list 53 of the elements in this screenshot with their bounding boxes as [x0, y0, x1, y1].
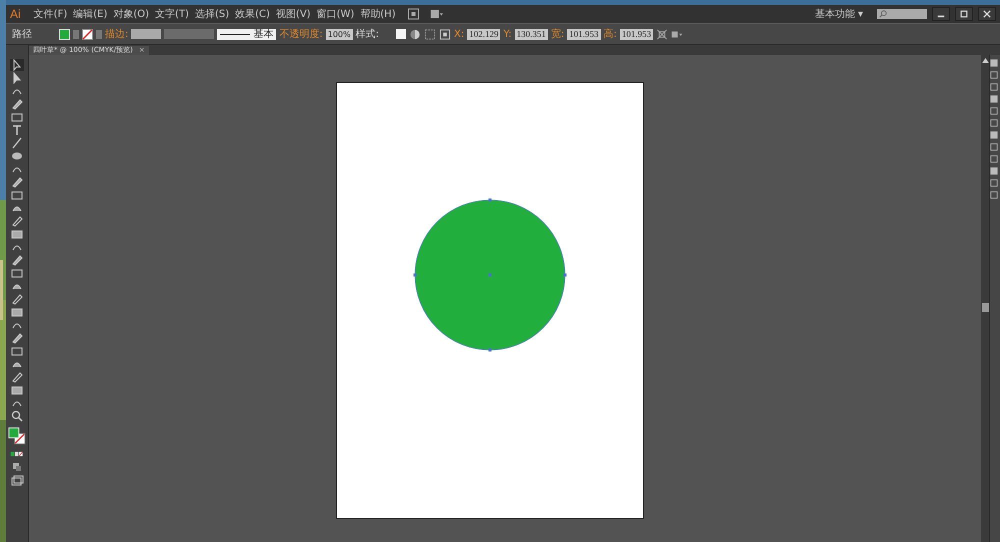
- object-type-label: 路径: [12, 28, 32, 41]
- close-icon: [983, 10, 991, 18]
- vertical-scrollbar[interactable]: [981, 55, 989, 542]
- ellipse-icon[interactable]: [10, 150, 24, 162]
- type-icon[interactable]: [10, 124, 24, 136]
- coordinate-label: X:: [454, 28, 464, 40]
- close-button[interactable]: [978, 7, 996, 21]
- coordinate-field[interactable]: 102.129: [467, 28, 500, 40]
- search-icon: [879, 10, 887, 18]
- screen-mode-icon[interactable]: [10, 474, 24, 486]
- coordinate-label: 高:: [604, 28, 617, 41]
- menu-item[interactable]: 文字(T): [154, 7, 190, 21]
- coordinate-label: Y:: [503, 28, 512, 40]
- workspace-switcher[interactable]: 基本功能 ▾: [814, 7, 863, 21]
- line-icon[interactable]: [10, 137, 24, 149]
- circle-drawing[interactable]: [413, 198, 567, 352]
- menu-item[interactable]: 视图(V): [274, 7, 312, 21]
- search-field[interactable]: [877, 9, 927, 19]
- reference-point-icon[interactable]: [439, 28, 451, 40]
- style-swatch[interactable]: [396, 29, 406, 39]
- scroll-up-icon[interactable]: [982, 58, 988, 63]
- maximize-icon: [960, 10, 968, 18]
- menu-item[interactable]: 文件(F): [32, 7, 68, 21]
- fill-stroke-swatches[interactable]: [8, 427, 26, 445]
- coordinate-field[interactable]: 101.953: [620, 28, 654, 40]
- variable-width-field[interactable]: [164, 29, 214, 39]
- no-stroke-swatch[interactable]: [82, 28, 93, 40]
- app-logo: Ai: [10, 7, 21, 21]
- coordinate-field[interactable]: 130.351: [514, 28, 548, 40]
- menu-item[interactable]: 选择(S): [194, 7, 230, 21]
- stroke-profile-field[interactable]: 基本: [217, 28, 276, 40]
- pencil-icon[interactable]: [10, 176, 24, 188]
- opacity-field[interactable]: 100%: [326, 28, 353, 40]
- selection-tool-icon[interactable]: [10, 59, 24, 71]
- panel-menu-icon[interactable]: [671, 28, 684, 40]
- menu-item[interactable]: 对象(O): [112, 7, 150, 21]
- menu-item[interactable]: 效果(C): [234, 7, 271, 21]
- fill-swatch[interactable]: [59, 28, 70, 40]
- maximize-button[interactable]: [955, 7, 973, 21]
- stroke-weight-field[interactable]: [131, 29, 162, 39]
- minimize-button[interactable]: [932, 7, 950, 21]
- menu-item[interactable]: 帮助(H): [359, 7, 397, 21]
- coordinate-field[interactable]: 101.953: [567, 28, 601, 40]
- menu-item[interactable]: 窗口(W): [316, 7, 356, 21]
- draw-mode-icon[interactable]: [10, 461, 24, 473]
- align-grid-icon[interactable]: [424, 28, 436, 40]
- coordinate-label: 宽:: [550, 28, 564, 41]
- scroll-thumb[interactable]: [982, 303, 988, 312]
- menu-item[interactable]: 编辑(E): [72, 7, 108, 21]
- style-label: 样式:: [356, 28, 379, 41]
- transform-icon[interactable]: [656, 28, 668, 40]
- arrange-icon[interactable]: [430, 8, 443, 20]
- zoom-tool-icon[interactable]: [10, 410, 24, 422]
